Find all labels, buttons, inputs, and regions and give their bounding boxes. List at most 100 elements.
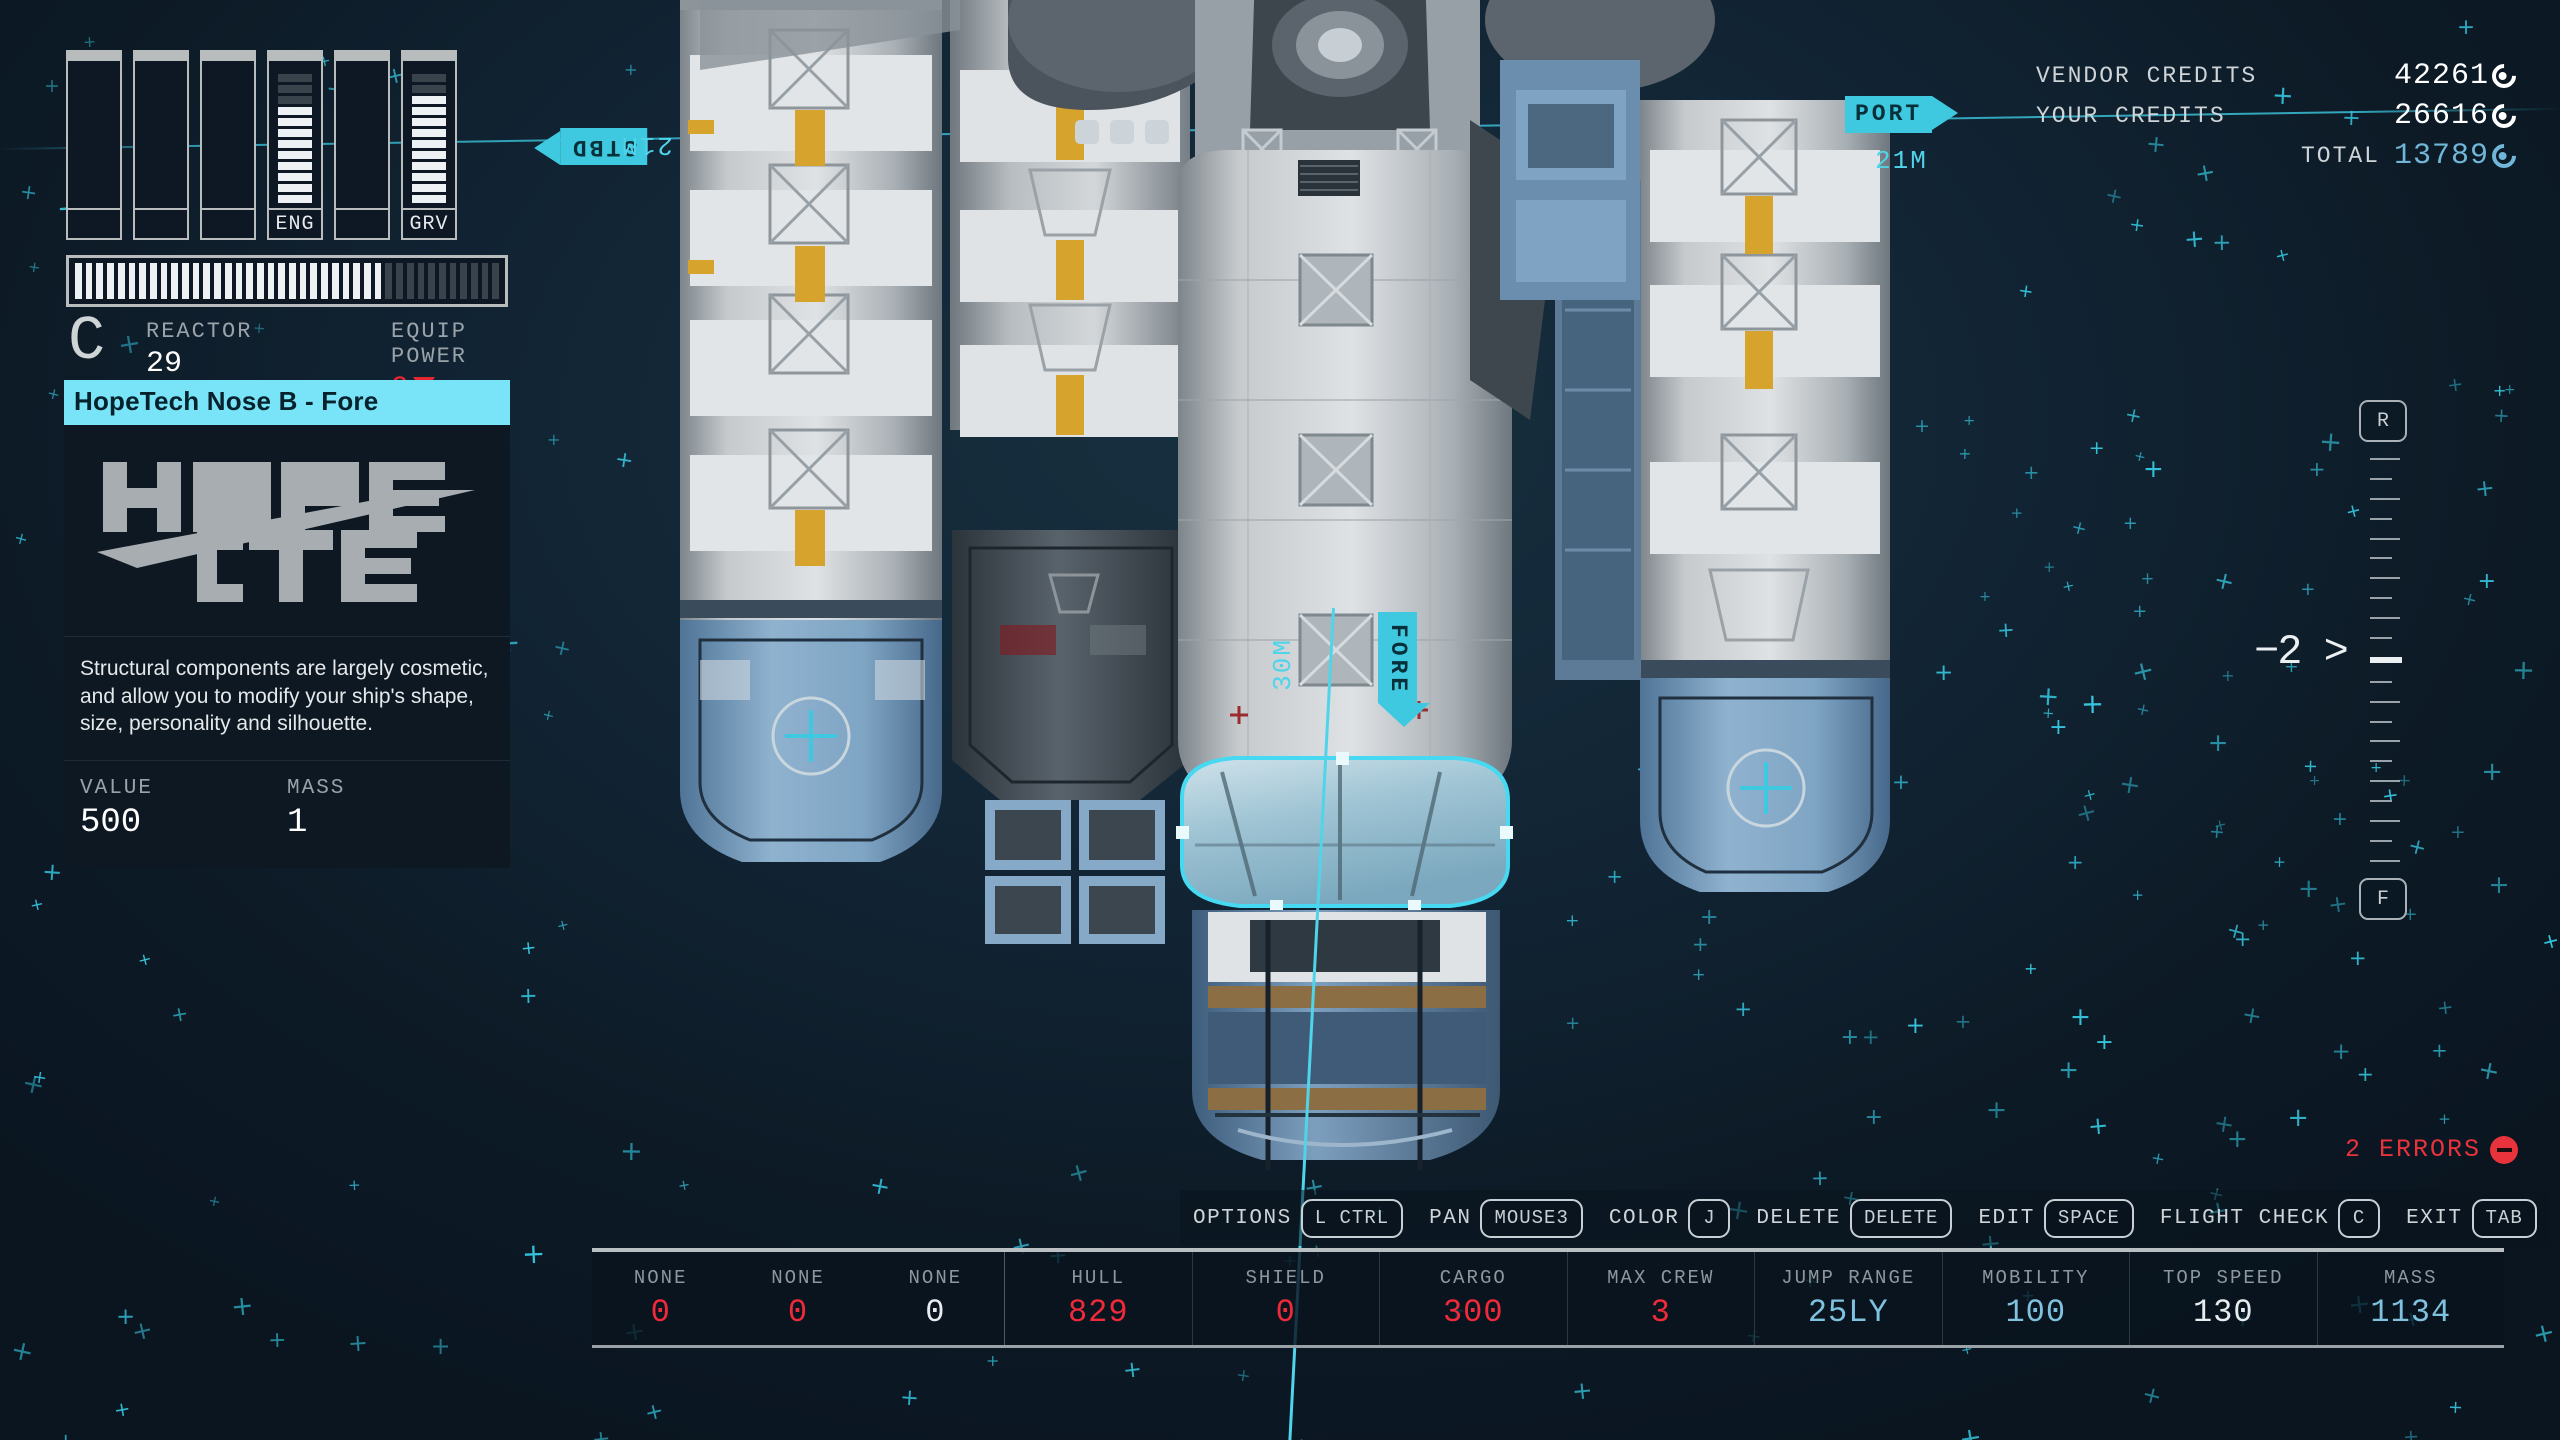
hopetech-logo-icon <box>97 461 475 602</box>
reactor-segment <box>374 263 382 299</box>
star-icon: + <box>2272 852 2287 871</box>
keybind-exit[interactable]: EXIT TAB <box>2393 1198 2550 1238</box>
reactor-power-bar <box>66 255 508 307</box>
keybind-key[interactable]: TAB <box>2471 1198 2537 1238</box>
star-icon: + <box>2302 755 2318 778</box>
power-bar-1[interactable] <box>133 50 189 240</box>
power-bar-cap <box>66 50 122 61</box>
stat-value: 0 <box>925 1293 946 1331</box>
reactor-segment <box>481 263 489 299</box>
star-icon: + <box>547 430 561 450</box>
stat-none: NONE 0 <box>867 1252 1004 1345</box>
reactor-segment <box>85 263 93 299</box>
star-icon: + <box>619 1136 643 1168</box>
power-segment <box>412 195 446 203</box>
keybind-key[interactable]: SPACE <box>2043 1198 2134 1238</box>
star-icon: + <box>2016 279 2035 303</box>
power-bar-body <box>401 61 457 208</box>
keybind-pan[interactable]: PAN MOUSE3 <box>1416 1198 1596 1238</box>
slider-tick <box>2370 597 2392 600</box>
keybind-color[interactable]: COLOR J <box>1596 1198 1744 1238</box>
part-mass-stat: MASS 1 <box>287 777 494 842</box>
power-segment <box>278 96 312 104</box>
star-icon: + <box>41 856 64 887</box>
star-icon: + <box>1963 412 1976 429</box>
reactor-segment <box>331 263 339 299</box>
star-icon: + <box>1635 756 1654 781</box>
keybind-key[interactable]: J <box>1688 1198 1731 1238</box>
slider-tick <box>2370 477 2392 480</box>
star-icon: + <box>81 31 97 52</box>
power-bar-2[interactable] <box>200 50 256 240</box>
star-icon: + <box>2512 654 2536 686</box>
slider-key-up[interactable]: R <box>2359 400 2407 442</box>
star-icon: + <box>346 1328 369 1358</box>
star-icon: + <box>2477 568 2497 595</box>
power-bar-group[interactable]: ENG GRV <box>66 50 508 240</box>
error-icon <box>2490 1135 2518 1164</box>
keybind-key[interactable]: C <box>2338 1198 2381 1238</box>
star-icon: + <box>57 1429 75 1440</box>
stat-label: MASS <box>2383 1266 2438 1289</box>
star-icon: + <box>2088 437 2105 460</box>
power-bar-0[interactable] <box>66 50 122 240</box>
star-icon: + <box>2475 1054 2503 1089</box>
star-icon: + <box>1891 769 1910 795</box>
star-icon: + <box>2459 587 2479 612</box>
slider-tick <box>2370 656 2402 663</box>
view-depth-slider[interactable]: R −2 > F <box>2254 400 2448 920</box>
slider-key-down[interactable]: F <box>2359 878 2407 920</box>
star-icon: + <box>540 705 557 725</box>
reactor-segment <box>128 263 136 299</box>
keybind-flight-check[interactable]: FLIGHT CHECK C <box>2147 1198 2393 1238</box>
star-icon: + <box>168 1000 191 1028</box>
slider-tick <box>2370 820 2400 823</box>
star-icon: + <box>2402 1424 2421 1440</box>
power-bar-eng[interactable]: ENG <box>267 50 323 240</box>
keybind-edit[interactable]: EDIT SPACE <box>1965 1198 2146 1238</box>
reactor-segment <box>117 263 125 299</box>
stats-row: NONE 0 NONE 0 NONE 0 HULL 829 SHIELD 0 CARGO 300 MA… <box>592 1252 2504 1348</box>
reactor-segment <box>385 263 393 299</box>
slider-tick <box>2370 740 2400 743</box>
star-icon: + <box>2143 454 2164 484</box>
keybind-key[interactable]: DELETE <box>1850 1198 1953 1238</box>
power-bar-label <box>334 208 390 240</box>
star-icon: + <box>2080 687 2105 721</box>
slider-tick <box>2370 537 2400 540</box>
star-icon: + <box>2210 565 2238 597</box>
power-segment <box>412 162 446 170</box>
star-icon: + <box>1606 865 1623 889</box>
slider-tick <box>2370 680 2392 683</box>
power-segment <box>278 129 312 137</box>
star-icon: + <box>2036 680 2061 713</box>
star-icon: + <box>2071 796 2100 830</box>
keybind-options[interactable]: OPTIONS L CTRL <box>1180 1198 1416 1238</box>
keybind-delete[interactable]: DELETE DELETE <box>1743 1198 1965 1238</box>
power-segment <box>412 151 446 159</box>
reactor-segment <box>107 263 114 299</box>
star-icon: + <box>2049 713 2068 740</box>
keybind-key[interactable]: L CTRL <box>1300 1198 1404 1238</box>
star-icon: + <box>2140 569 2155 589</box>
power-segment <box>278 151 312 159</box>
reactor-segment <box>224 263 232 299</box>
keybind-label: DELETE <box>1756 1206 1842 1230</box>
star-icon: + <box>1978 588 1991 605</box>
star-icon: + <box>43 74 60 97</box>
slider-tick <box>2370 760 2392 763</box>
status-badge-errors[interactable]: 2 ERRORS <box>2345 1135 2518 1164</box>
stat-value: 130 <box>2192 1293 2254 1331</box>
star-icon: + <box>2059 575 2076 597</box>
power-bar-grv[interactable]: GRV <box>401 50 457 240</box>
star-icon: + <box>267 1328 287 1354</box>
slider-tick <box>2370 517 2392 520</box>
marker-fore: FORE <box>1378 612 1430 728</box>
power-bar-label <box>200 208 256 240</box>
keybind-label: FLIGHT CHECK <box>2159 1206 2330 1230</box>
star-icon: + <box>676 1175 692 1195</box>
power-bar-4[interactable] <box>334 50 390 240</box>
keybind-key[interactable]: MOUSE3 <box>1480 1198 1583 1238</box>
star-icon: + <box>2223 916 2248 946</box>
reactor-segment <box>182 263 189 299</box>
